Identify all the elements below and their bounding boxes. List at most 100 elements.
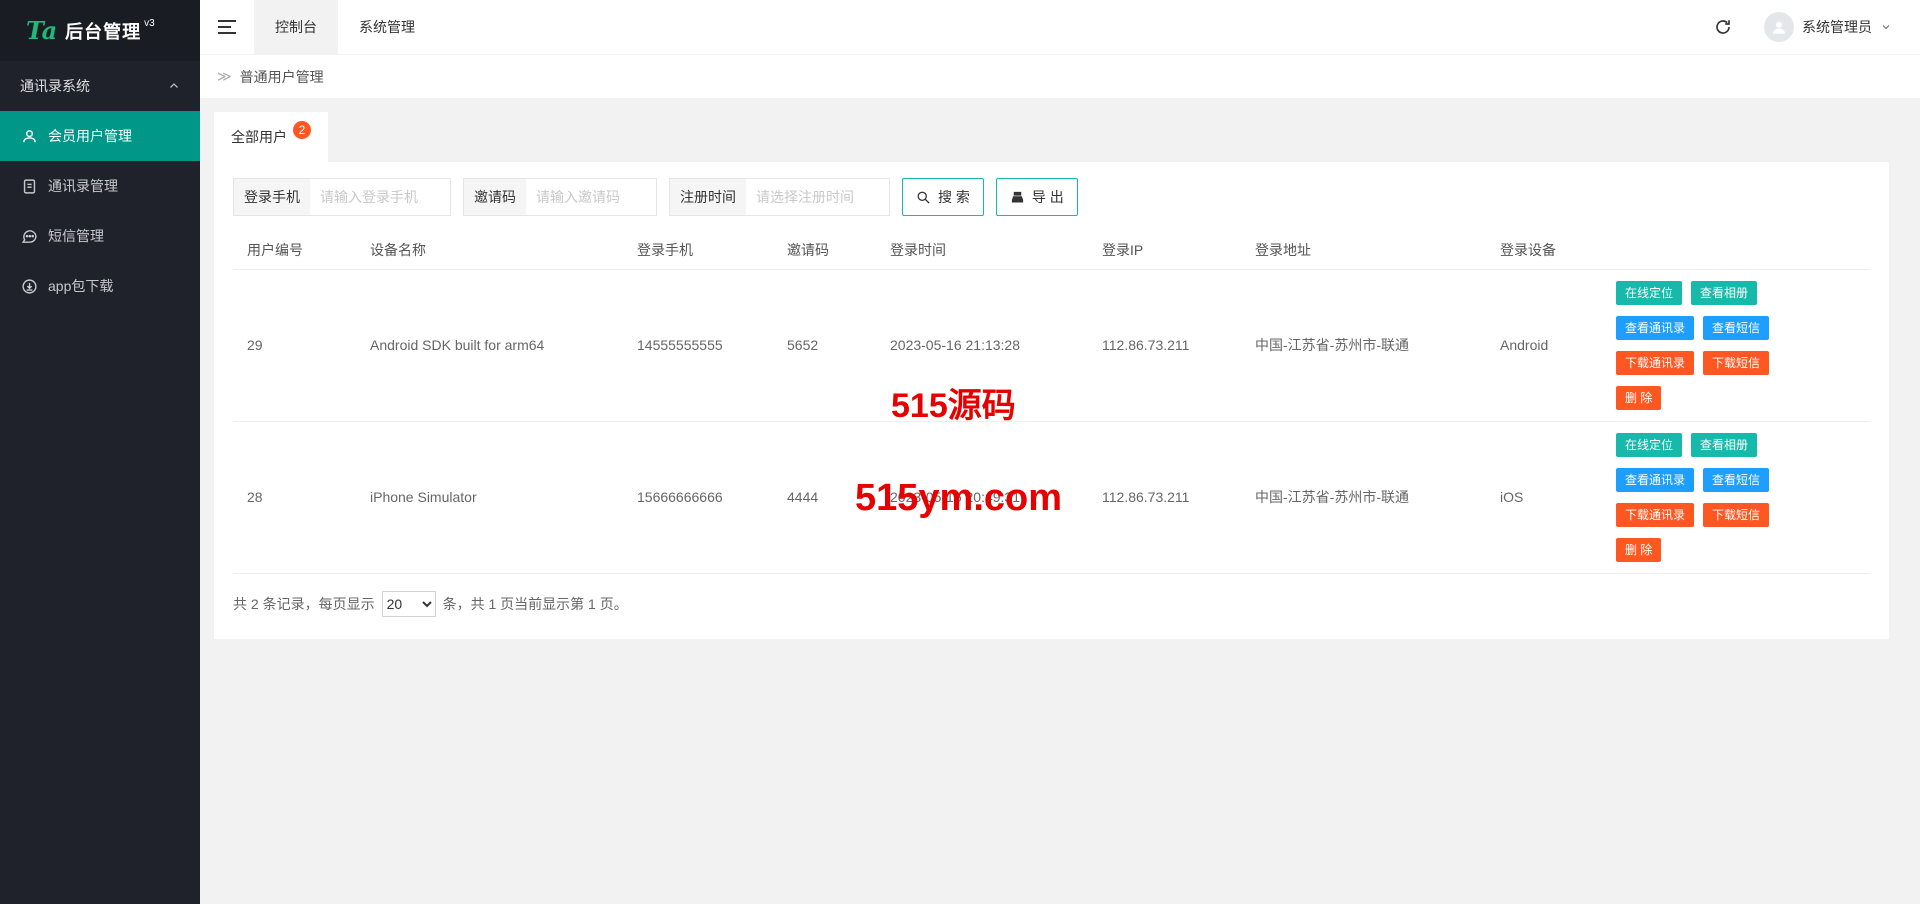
top-tab-console[interactable]: 控制台 (254, 0, 338, 55)
user-name: 系统管理员 (1802, 17, 1872, 37)
logo-icon: Ta (26, 16, 57, 45)
column-header: 登录时间 (876, 231, 1088, 269)
menu-toggle-icon[interactable] (200, 0, 254, 55)
sidebar-item-member-user-management[interactable]: 会员用户管理 (0, 111, 200, 161)
tab-all-users[interactable]: 全部用户 2 (214, 112, 328, 162)
cell: Android SDK built for arm64 (356, 269, 623, 421)
cell: 15666666666 (623, 421, 773, 573)
filter-label: 邀请码 (464, 179, 526, 215)
filter-group-0: 登录手机 (233, 178, 451, 216)
search-icon (916, 190, 931, 205)
sidebar-item-label: 会员用户管理 (48, 126, 132, 146)
cell: 4444 (773, 421, 876, 573)
column-header (1602, 231, 1870, 269)
user-icon (21, 128, 38, 145)
row-actions: 在线定位查看相册查看通讯录查看短信下载通讯录下载短信删 除 (1602, 421, 1870, 573)
delete-button[interactable]: 删 除 (1616, 538, 1661, 562)
sidebar-item-label: 短信管理 (48, 226, 104, 246)
user-menu[interactable]: 系统管理员 (1754, 0, 1920, 55)
cell: 14555555555 (623, 269, 773, 421)
cell: 中国-江苏省-苏州市-联通 (1241, 269, 1486, 421)
download-contacts-button[interactable]: 下载通讯录 (1616, 351, 1694, 375)
content: 全部用户 2 登录手机邀请码注册时间 搜 索 导 出 (200, 99, 1920, 904)
cell: iPhone Simulator (356, 421, 623, 573)
cell: 2023-05-16 21:13:28 (876, 269, 1088, 421)
sidebar-item-label: 通讯录管理 (48, 176, 118, 196)
sidebar-item-label: app包下载 (48, 276, 113, 296)
cell: Android (1486, 269, 1602, 421)
view-contacts-button[interactable]: 查看通讯录 (1616, 468, 1694, 492)
sms-icon (21, 228, 38, 245)
sidebar-section-contacts-system[interactable]: 通讯录系统 (0, 61, 200, 111)
filter-input-2[interactable] (746, 179, 889, 215)
download-sms-button[interactable]: 下载短信 (1703, 351, 1769, 375)
page-size-select[interactable]: 20 (382, 591, 436, 617)
column-header: 邀请码 (773, 231, 876, 269)
filter-group-1: 邀请码 (463, 178, 657, 216)
search-button[interactable]: 搜 索 (902, 178, 984, 216)
users-table: 用户编号设备名称登录手机邀请码登录时间登录IP登录地址登录设备 29Androi… (233, 231, 1870, 574)
column-header: 设备名称 (356, 231, 623, 269)
table-header-row: 用户编号设备名称登录手机邀请码登录时间登录IP登录地址登录设备 (233, 231, 1870, 269)
view-sms-button[interactable]: 查看短信 (1703, 468, 1769, 492)
column-header: 登录IP (1088, 231, 1241, 269)
sidebar-item-app-package-download[interactable]: app包下载 (0, 261, 200, 311)
column-header: 登录地址 (1241, 231, 1486, 269)
view-album-button[interactable]: 查看相册 (1691, 433, 1757, 457)
refresh-icon[interactable] (1692, 18, 1754, 36)
sidebar-section-title: 通讯录系统 (20, 76, 90, 96)
card-body: 登录手机邀请码注册时间 搜 索 导 出 用户编号设备名 (214, 162, 1889, 639)
search-button-label: 搜 索 (938, 187, 970, 207)
cell: 中国-江苏省-苏州市-联通 (1241, 421, 1486, 573)
row-actions: 在线定位查看相册查看通讯录查看短信下载通讯录下载短信删 除 (1602, 269, 1870, 421)
chevron-up-icon (168, 80, 180, 92)
column-header: 登录设备 (1486, 231, 1602, 269)
table-row: 28iPhone Simulator1566666666644442023-05… (233, 421, 1870, 573)
topbar: 控制台系统管理 系统管理员 (200, 0, 1920, 55)
view-album-button[interactable]: 查看相册 (1691, 281, 1757, 305)
sidebar: Ta 后台管理 v3 通讯录系统 会员用户管理通讯录管理短信管理 app包下载 (0, 0, 200, 904)
topbar-right: 系统管理员 (1692, 0, 1920, 55)
export-button-label: 导 出 (1032, 187, 1064, 207)
online-locate-button[interactable]: 在线定位 (1616, 281, 1682, 305)
breadcrumb: ≫ 普通用户管理 (200, 55, 1920, 99)
export-icon (1010, 190, 1025, 205)
column-header: 用户编号 (233, 231, 356, 269)
download-icon (21, 278, 38, 295)
card-tabbar: 全部用户 2 (214, 112, 1889, 162)
count-badge: 2 (293, 121, 311, 139)
page: Ta 后台管理 v3 通讯录系统 会员用户管理通讯录管理短信管理 app包下载 控… (0, 0, 1920, 904)
pagination-suffix: 条，共 1 页当前显示第 1 页。 (443, 594, 628, 614)
export-button[interactable]: 导 出 (996, 178, 1078, 216)
delete-button[interactable]: 删 除 (1616, 386, 1661, 410)
sidebar-item-contacts-management[interactable]: 通讯录管理 (0, 161, 200, 211)
contacts-icon (21, 178, 38, 195)
download-sms-button[interactable]: 下载短信 (1703, 503, 1769, 527)
pagination-prefix: 共 2 条记录，每页显示 (233, 594, 375, 614)
download-contacts-button[interactable]: 下载通讯录 (1616, 503, 1694, 527)
filter-input-1[interactable] (526, 179, 656, 215)
breadcrumb-icon: ≫ (217, 68, 232, 85)
sidebar-item-sms-management[interactable]: 短信管理 (0, 211, 200, 261)
filter-label: 登录手机 (234, 179, 310, 215)
top-tab-system[interactable]: 系统管理 (338, 0, 436, 55)
cell: 28 (233, 421, 356, 573)
online-locate-button[interactable]: 在线定位 (1616, 433, 1682, 457)
view-sms-button[interactable]: 查看短信 (1703, 316, 1769, 340)
app-title: 后台管理 (65, 18, 141, 44)
avatar (1764, 12, 1794, 42)
cell: iOS (1486, 421, 1602, 573)
chevron-down-icon (1880, 21, 1892, 33)
cell: 112.86.73.211 (1088, 269, 1241, 421)
pagination: 共 2 条记录，每页显示 20 条，共 1 页当前显示第 1 页。 (233, 574, 1870, 617)
cell: 112.86.73.211 (1088, 421, 1241, 573)
view-contacts-button[interactable]: 查看通讯录 (1616, 316, 1694, 340)
sidebar-nav: 会员用户管理通讯录管理短信管理 app包下载 (0, 111, 200, 311)
users-card: 全部用户 2 登录手机邀请码注册时间 搜 索 导 出 (214, 112, 1889, 639)
filter-label: 注册时间 (670, 179, 746, 215)
breadcrumb-current: 普通用户管理 (240, 67, 324, 87)
cell: 5652 (773, 269, 876, 421)
main-area: 控制台系统管理 系统管理员 ≫ 普通用户管理 (200, 0, 1920, 904)
app-version: v3 (144, 18, 155, 29)
filter-input-0[interactable] (310, 179, 450, 215)
